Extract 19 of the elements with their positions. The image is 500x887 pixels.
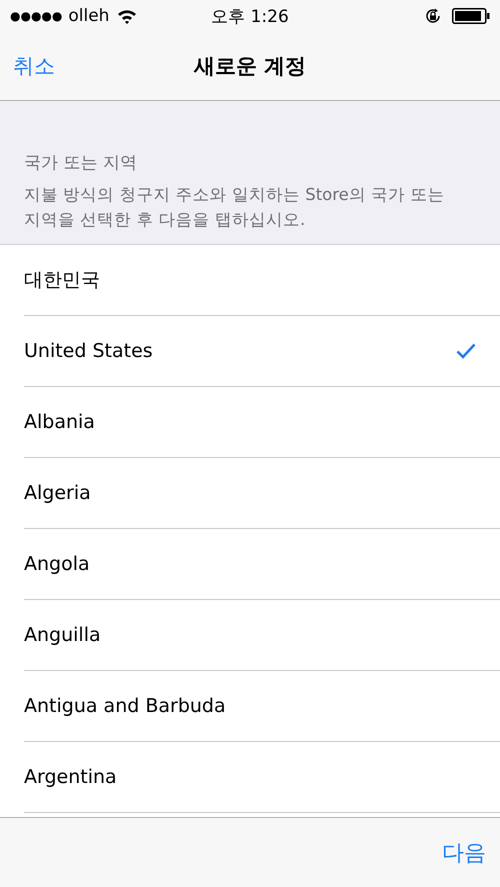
signal-dots: ●●●●● <box>10 9 62 23</box>
section-header: 국가 또는 지역 <box>24 152 138 174</box>
wifi-icon <box>117 8 138 24</box>
country-row[interactable]: United States <box>24 316 500 387</box>
country-row[interactable]: Albania <box>24 387 500 458</box>
country-row[interactable]: Algeria <box>24 458 500 529</box>
country-row[interactable]: Anguilla <box>24 600 500 671</box>
next-button[interactable]: 다음 <box>442 838 486 868</box>
battery-icon <box>452 8 490 24</box>
clock-time: 오후 1:26 <box>210 6 290 28</box>
rotation-lock-icon <box>424 7 442 25</box>
country-row[interactable]: Antigua and Barbuda <box>24 671 500 742</box>
screen-title: 새로운 계정 <box>192 53 308 80</box>
section-description: 지불 방식의 청구지 주소와 일치하는 Store의 국가 또는 지역을 선택한 후 다음을 탭하십시오. <box>24 184 446 231</box>
carrier-name: olleh <box>68 6 110 26</box>
country-row[interactable]: 대한민국 <box>24 245 500 316</box>
country-row[interactable]: Argentina <box>24 742 500 813</box>
country-row[interactable]: Angola <box>24 529 500 600</box>
cancel-button[interactable]: 취소 <box>13 52 55 80</box>
